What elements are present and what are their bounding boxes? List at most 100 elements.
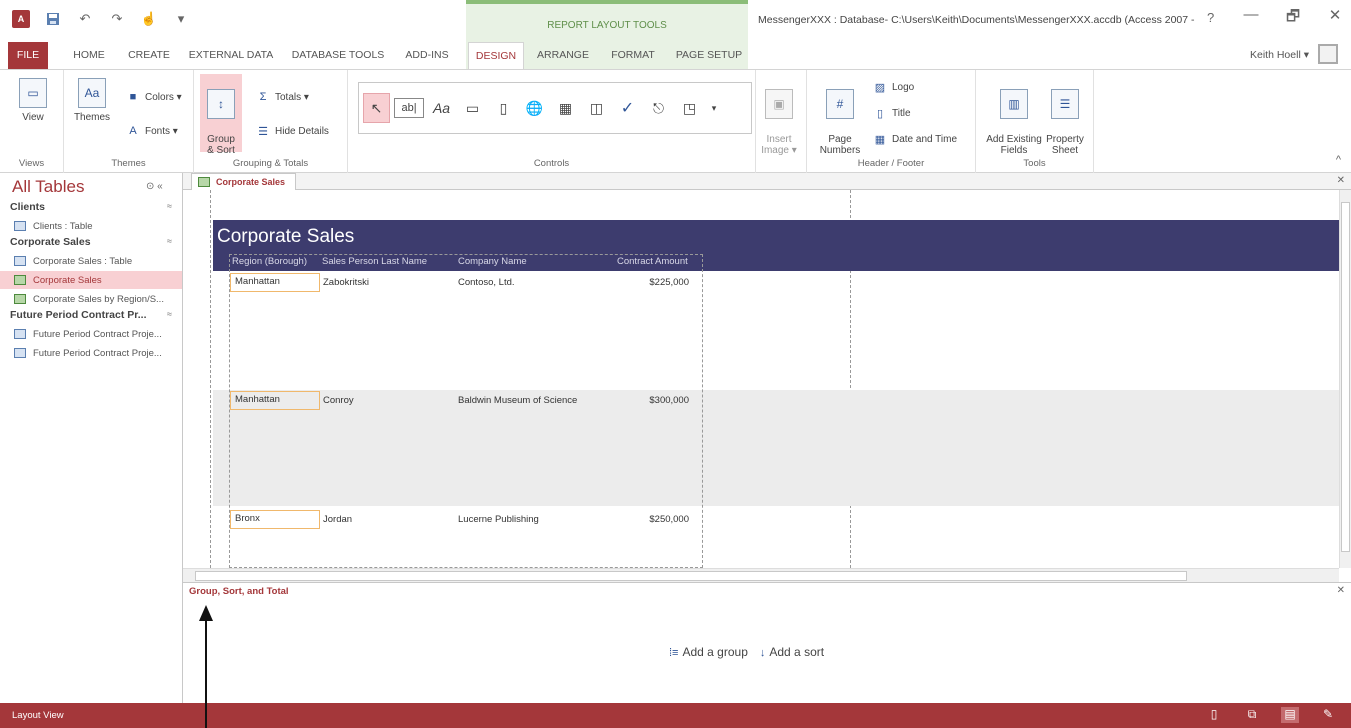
amount-cell[interactable]: $225,000 [599,277,689,288]
collapse-chevron-icon[interactable]: ≈ [167,309,172,319]
last-name-cell[interactable]: Jordan [323,514,352,525]
tab-control-icon[interactable]: ▯ [490,93,517,123]
collapse-chevron-icon[interactable]: ≈ [167,201,172,211]
add-existing-fields-button[interactable]: ▥ Add Existing Fields [986,78,1042,156]
add-group-icon: ⁞≡ [669,647,679,659]
add-sort-button[interactable]: ↓ Add a sort [760,645,824,659]
button-control-icon[interactable]: ▭ [459,93,486,123]
attachment-icon[interactable]: ⎋ [645,93,672,123]
touch-mode-icon[interactable]: ☝ [140,10,158,28]
report-view-icon[interactable]: ▯ [1205,707,1223,723]
collapse-chevron-icon[interactable]: ≈ [167,236,172,246]
label-icon[interactable]: Aa [428,93,455,123]
company-cell[interactable]: Lucerne Publishing [458,514,539,525]
nav-group-label: Corporate Sales [10,236,91,248]
access-logo-icon[interactable]: A [12,10,30,28]
scroll-thumb[interactable] [195,571,1187,581]
insert-image-button[interactable]: ▣ Insert Image ▾ [760,78,798,156]
region-cell[interactable]: Bronx [230,510,320,529]
logo-button[interactable]: ▨ Logo [873,80,914,94]
undo-icon[interactable]: ↶ [76,10,94,28]
page-numbers-button[interactable]: # Page Numbers [819,78,861,156]
gst-pane-title: Group, Sort, and Total [189,586,289,597]
tab-add-ins[interactable]: ADD-INS [400,42,454,69]
select-pointer-icon[interactable]: ↖ [363,93,390,123]
nav-item-future-period-table[interactable]: Future Period Contract Proje... [0,325,182,343]
amount-cell[interactable]: $300,000 [599,395,689,406]
customize-qat-icon[interactable]: ▾ [172,10,190,28]
tab-arrange[interactable]: ARRANGE [530,42,596,69]
gallery-more-icon[interactable]: ▾ [707,93,721,123]
query-icon [14,348,26,358]
tab-format[interactable]: FORMAT [600,42,666,69]
totals-button[interactable]: Σ Totals ▾ [256,90,309,104]
nav-item-future-period-query[interactable]: Future Period Contract Proje... [0,344,182,362]
group-sort-label: Group & Sort [207,134,235,156]
nav-item-clients-table[interactable]: Clients : Table [0,217,182,235]
themes-button[interactable]: Aa Themes [72,78,112,123]
tab-file[interactable]: FILE [8,42,48,69]
page-number-icon: # [826,89,854,119]
add-group-button[interactable]: ⁞≡ Add a group [669,645,748,659]
nav-group-corporate-sales[interactable]: Corporate Sales ≈ [10,236,180,248]
add-sort-label: Add a sort [769,645,825,659]
tab-external-data[interactable]: EXTERNAL DATA [188,42,274,69]
user-name[interactable]: Keith Hoell ▾ [1250,49,1309,61]
vertical-scrollbar[interactable] [1339,190,1351,568]
nav-pane-title[interactable]: All Tables [12,177,84,197]
horizontal-scrollbar[interactable] [183,568,1339,582]
region-cell[interactable]: Manhattan [230,391,320,410]
scroll-thumb[interactable] [1341,202,1350,552]
amount-cell[interactable]: $250,000 [599,514,689,525]
tab-create[interactable]: CREATE [124,42,174,69]
save-icon[interactable] [44,10,62,28]
restore-button[interactable]: 🗗 [1282,6,1304,28]
nav-item-corporate-sales-report[interactable]: Corporate Sales [0,271,182,289]
property-sheet-button[interactable]: ☰ Property Sheet [1042,78,1088,156]
collapse-ribbon-icon[interactable]: ^ [1336,154,1341,166]
close-button[interactable]: ✕ [1324,6,1346,28]
nav-pane-buttons[interactable]: ⊙ « [146,181,163,192]
left-margin-guide [210,190,211,568]
tab-design[interactable]: DESIGN [468,42,524,69]
nav-item-corporate-sales-by-region[interactable]: Corporate Sales by Region/S... [0,290,182,308]
checkbox-icon[interactable]: ✓ [614,93,641,123]
tab-corporate-sales[interactable]: Corporate Sales [191,173,297,190]
redo-icon[interactable]: ↷ [108,10,126,28]
design-view-icon[interactable]: ✎ [1319,707,1337,723]
title-button[interactable]: ▯ Title [873,106,911,120]
nav-group-clients[interactable]: Clients ≈ [10,201,180,213]
tab-page-setup[interactable]: PAGE SETUP [672,42,746,69]
report-title[interactable]: Corporate Sales [217,226,354,248]
company-cell[interactable]: Baldwin Museum of Science [458,395,577,406]
hyperlink-icon[interactable]: 🌐 [521,93,548,123]
colors-button[interactable]: ■ Colors ▾ [126,90,182,104]
tab-home[interactable]: HOME [68,42,110,69]
logo-icon: ▨ [874,81,886,94]
last-name-cell[interactable]: Conroy [323,395,354,406]
region-cell[interactable]: Manhattan [230,273,320,292]
close-gst-pane-icon[interactable]: ✕ [1337,585,1345,596]
nav-item-corporate-sales-table[interactable]: Corporate Sales : Table [0,252,182,270]
textbox-icon[interactable]: ab| [394,98,424,118]
ribbon: ▭ View Views Aa Themes ■ Colors ▾ A Fonts … [0,69,1351,173]
tab-database-tools[interactable]: DATABASE TOOLS [288,42,388,69]
nav-group-future-period[interactable]: Future Period Contract Pr... ≈ [10,309,180,321]
view-button[interactable]: ▭ View [16,78,50,123]
company-cell[interactable]: Contoso, Ltd. [458,277,515,288]
hide-details-button[interactable]: ☰ Hide Details [256,124,329,138]
fonts-button[interactable]: A Fonts ▾ [126,124,177,138]
navigation-control-icon[interactable]: ▦ [552,93,579,123]
help-icon[interactable]: ? [1207,10,1214,25]
date-time-button[interactable]: ▦ Date and Time [873,132,957,146]
chart-control-icon[interactable]: ◳ [676,93,703,123]
option-group-icon[interactable]: ◫ [583,93,610,123]
last-name-cell[interactable]: Zabokritski [323,277,369,288]
close-document-icon[interactable]: ✕ [1337,175,1345,186]
minimize-button[interactable]: — [1240,6,1262,28]
group-label-grouping: Grouping & Totals [232,158,309,169]
avatar[interactable] [1318,44,1338,64]
print-preview-icon[interactable]: ⧉ [1243,707,1261,723]
group-sort-button[interactable]: ↕ Group & Sort [200,74,242,156]
layout-view-icon[interactable]: ▤ [1281,707,1299,723]
